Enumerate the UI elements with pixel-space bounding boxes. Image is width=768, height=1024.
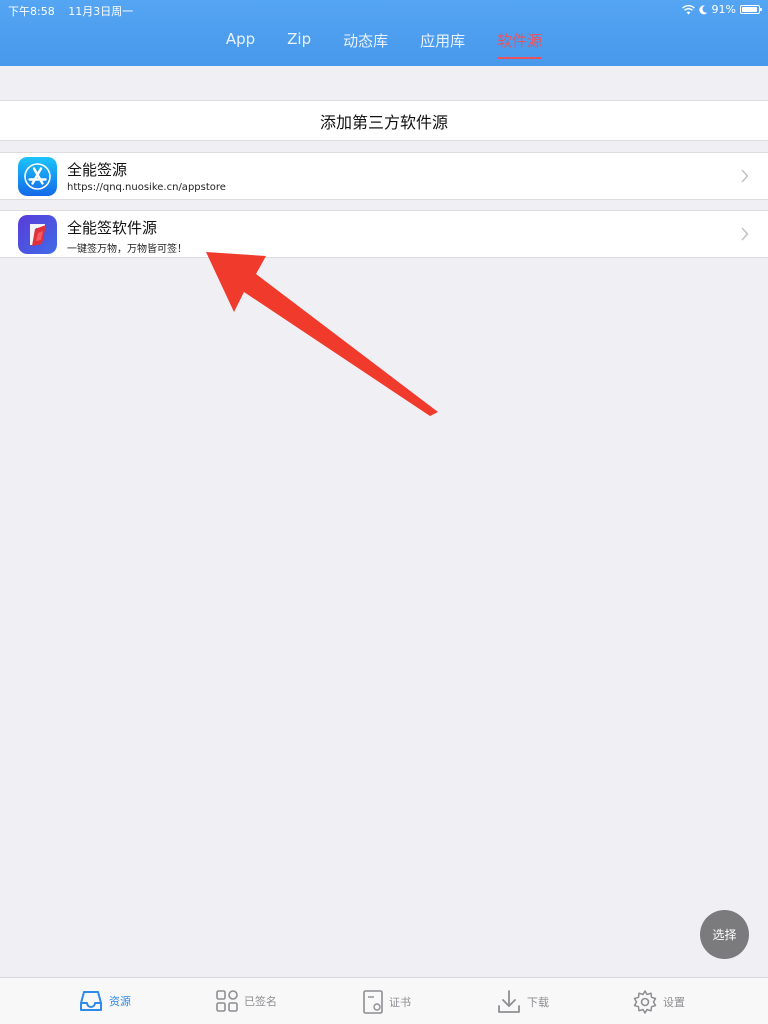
download-icon	[498, 990, 520, 1013]
source-description: 一键签万物，万物皆可签！	[67, 244, 187, 255]
battery-percent: 91%	[711, 3, 736, 16]
status-date: 11月3日周一	[68, 5, 134, 18]
top-nav-bar: 下午8:58 11月3日周一 91% App Zip 动态库 应用库 软件源	[0, 0, 768, 66]
certificate-icon	[363, 990, 383, 1014]
chevron-right-icon	[741, 169, 749, 183]
inbox-icon	[80, 991, 102, 1011]
bottom-tab-settings[interactable]: 设置	[632, 989, 685, 1015]
bottom-tab-label: 证书	[389, 996, 411, 1009]
bottom-tab-resources[interactable]: 资源	[78, 989, 131, 1013]
bottom-tab-label: 资源	[109, 995, 131, 1008]
battery-icon	[740, 5, 762, 14]
annotation-arrow	[206, 252, 438, 416]
apps-grid-icon	[216, 990, 238, 1012]
select-button[interactable]: 选择	[700, 910, 749, 959]
status-bar-right: 91%	[681, 3, 762, 16]
top-tabs: App Zip 动态库 应用库 软件源	[0, 30, 768, 60]
source-url: https://qnq.nuosike.cn/appstore	[67, 182, 226, 193]
source-item-quanneng-software-source[interactable]: 全能签软件源 一键签万物，万物皆可签！	[0, 210, 768, 258]
chevron-right-icon	[741, 227, 749, 241]
tab-app-library[interactable]: 应用库	[420, 30, 465, 60]
bottom-tab-label: 设置	[663, 996, 685, 1009]
add-source-label: 添加第三方软件源	[319, 112, 448, 132]
status-bar-left: 下午8:58 11月3日周一	[8, 3, 143, 19]
battery-level	[742, 7, 757, 12]
source-item-quanneng-qianyuan[interactable]: 全能签源 https://qnq.nuosike.cn/appstore	[0, 152, 768, 200]
select-button-label: 选择	[712, 928, 737, 942]
wifi-icon	[681, 4, 695, 15]
source-title: 全能签源	[67, 161, 128, 179]
moon-icon	[698, 4, 708, 15]
status-time: 下午8:58	[8, 5, 55, 18]
bottom-tab-bar: 资源 已签名 证书 下载 设置	[0, 977, 768, 1024]
tab-software-source[interactable]: 软件源	[497, 30, 543, 60]
bottom-tab-downloads[interactable]: 下载	[496, 989, 549, 1015]
add-source-button[interactable]: 添加第三方软件源	[0, 100, 768, 141]
source-title: 全能签软件源	[67, 219, 158, 237]
tab-zip[interactable]: Zip	[287, 30, 311, 60]
tab-app[interactable]: App	[226, 30, 255, 60]
bottom-tab-label: 下载	[527, 996, 549, 1009]
gear-icon	[633, 990, 657, 1014]
quanneng-logo-icon	[18, 215, 57, 254]
bottom-tab-certificates[interactable]: 证书	[362, 989, 411, 1015]
tab-dylib[interactable]: 动态库	[343, 30, 388, 60]
bottom-tab-label: 已签名	[244, 995, 277, 1008]
bottom-tab-signed[interactable]: 已签名	[215, 989, 277, 1013]
app-store-icon	[18, 157, 57, 196]
